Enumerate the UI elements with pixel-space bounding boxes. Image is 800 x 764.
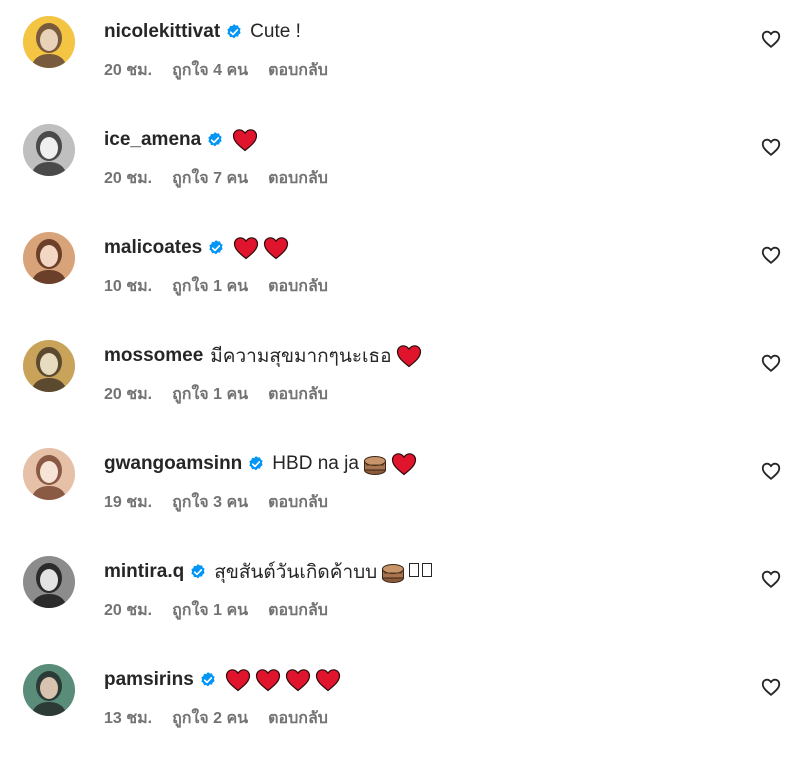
heart-outline-icon[interactable] [760,676,782,698]
missing-glyph-icon [409,561,422,583]
birthday-cake-emoji [381,560,405,584]
username-link[interactable]: pamsirins [104,669,194,691]
heart-outline-icon[interactable] [760,28,782,50]
reply-button[interactable]: ตอบกลับ [268,382,328,407]
comment-body: malicoates [104,234,293,262]
username-link[interactable]: nicolekittivat [104,21,220,43]
comment-time[interactable]: 20 ชม. [104,166,152,191]
comment-time[interactable]: 10 ชม. [104,274,152,299]
likes-count[interactable]: ถูกใจ 7 คน [172,166,248,191]
comment-time[interactable]: 20 ชม. [104,598,152,623]
comment-text: สุขสันต์วันเกิดค้าบบ [214,562,378,583]
username-link[interactable]: mossomee [104,345,203,367]
avatar[interactable] [23,124,75,176]
comment-time[interactable]: 19 ชม. [104,490,152,515]
emoji-group [381,560,435,584]
verified-badge-icon [247,455,265,473]
likes-count[interactable]: ถูกใจ 1 คน [172,382,248,407]
emoji-group [232,128,262,152]
heart-outline-icon[interactable] [760,568,782,590]
comment-time[interactable]: 20 ชม. [104,382,152,407]
avatar[interactable] [23,340,75,392]
comment-time[interactable]: 20 ชม. [104,58,152,83]
red-heart-emoji [255,668,281,692]
red-heart-emoji [285,668,311,692]
username-link[interactable]: mintira.q [104,561,184,583]
comment-body: mossomee มีความสุขมากๆนะเธอ [104,342,426,370]
comment-body: ice_amena [104,126,262,154]
comment-list: nicolekittivat Cute ! 20 ชม. ถูกใจ 4 คน ตอบก… [0,0,800,746]
heart-outline-icon[interactable] [760,136,782,158]
avatar[interactable] [23,232,75,284]
username-link[interactable]: gwangoamsinn [104,453,242,475]
emoji-group [396,344,426,368]
verified-badge-icon [206,131,224,149]
reply-button[interactable]: ตอบกลับ [268,706,328,731]
comment-meta: 20 ชม. ถูกใจ 4 คน ตอบกลับ [104,58,348,83]
comment-meta: 13 ชม. ถูกใจ 2 คน ตอบกลับ [104,706,348,731]
red-heart-emoji [391,452,417,476]
likes-count[interactable]: ถูกใจ 1 คน [172,274,248,299]
likes-count[interactable]: ถูกใจ 3 คน [172,490,248,515]
emoji-group [363,452,421,476]
verified-badge-icon [225,23,243,41]
comment-item: ice_amena 20 ชม. ถูกใจ 7 คน ตอบกลับ [0,116,800,224]
red-heart-emoji [396,344,422,368]
comment-text: มีความสุขมากๆนะเธอ [210,346,392,367]
comment-item: mintira.q สุขสันต์วันเกิดค้าบบ 20 ชม. ถูกใจ… [0,548,800,656]
reply-button[interactable]: ตอบกลับ [268,274,328,299]
red-heart-emoji [232,128,258,152]
birthday-cake-emoji [363,452,387,476]
emoji-group [233,236,293,260]
comment-meta: 20 ชม. ถูกใจ 1 คน ตอบกลับ [104,382,348,407]
comment-body: nicolekittivat Cute ! [104,18,301,46]
red-heart-emoji [225,668,251,692]
heart-outline-icon[interactable] [760,352,782,374]
missing-glyph-icon [422,561,435,583]
avatar[interactable] [23,448,75,500]
avatar[interactable] [23,556,75,608]
comment-meta: 20 ชม. ถูกใจ 1 คน ตอบกลับ [104,598,348,623]
comment-body: mintira.q สุขสันต์วันเกิดค้าบบ [104,558,435,586]
reply-button[interactable]: ตอบกลับ [268,166,328,191]
avatar[interactable] [23,664,75,716]
likes-count[interactable]: ถูกใจ 2 คน [172,706,248,731]
comment-item: gwangoamsinn HBD na ja 19 ชม. ถูกใจ 3 คน ตอบ… [0,440,800,548]
comment-item: malicoates 10 ชม. ถูกใจ 1 คน ตอบกลับ [0,224,800,332]
username-link[interactable]: ice_amena [104,129,201,151]
likes-count[interactable]: ถูกใจ 4 คน [172,58,248,83]
comment-text: Cute ! [250,21,301,42]
comment-meta: 20 ชม. ถูกใจ 7 คน ตอบกลับ [104,166,348,191]
verified-badge-icon [199,671,217,689]
comment-meta: 10 ชม. ถูกใจ 1 คน ตอบกลับ [104,274,348,299]
emoji-group [225,668,345,692]
verified-badge-icon [189,563,207,581]
heart-outline-icon[interactable] [760,244,782,266]
reply-button[interactable]: ตอบกลับ [268,598,328,623]
comment-time[interactable]: 13 ชม. [104,706,152,731]
comment-item: pamsirins 13 ชม. ถูกใจ 2 คน ตอบกลับ [0,656,800,764]
username-link[interactable]: malicoates [104,237,202,259]
comment-meta: 19 ชม. ถูกใจ 3 คน ตอบกลับ [104,490,348,515]
avatar[interactable] [23,16,75,68]
comment-item: mossomee มีความสุขมากๆนะเธอ 20 ชม. ถูกใจ 1 … [0,332,800,440]
red-heart-emoji [315,668,341,692]
red-heart-emoji [233,236,259,260]
reply-button[interactable]: ตอบกลับ [268,490,328,515]
heart-outline-icon[interactable] [760,460,782,482]
red-heart-emoji [263,236,289,260]
verified-badge-icon [207,239,225,257]
reply-button[interactable]: ตอบกลับ [268,58,328,83]
comment-text: HBD na ja [272,453,359,474]
comment-body: pamsirins [104,666,345,694]
comment-body: gwangoamsinn HBD na ja [104,450,421,478]
likes-count[interactable]: ถูกใจ 1 คน [172,598,248,623]
comment-item: nicolekittivat Cute ! 20 ชม. ถูกใจ 4 คน ตอบก… [0,8,800,116]
